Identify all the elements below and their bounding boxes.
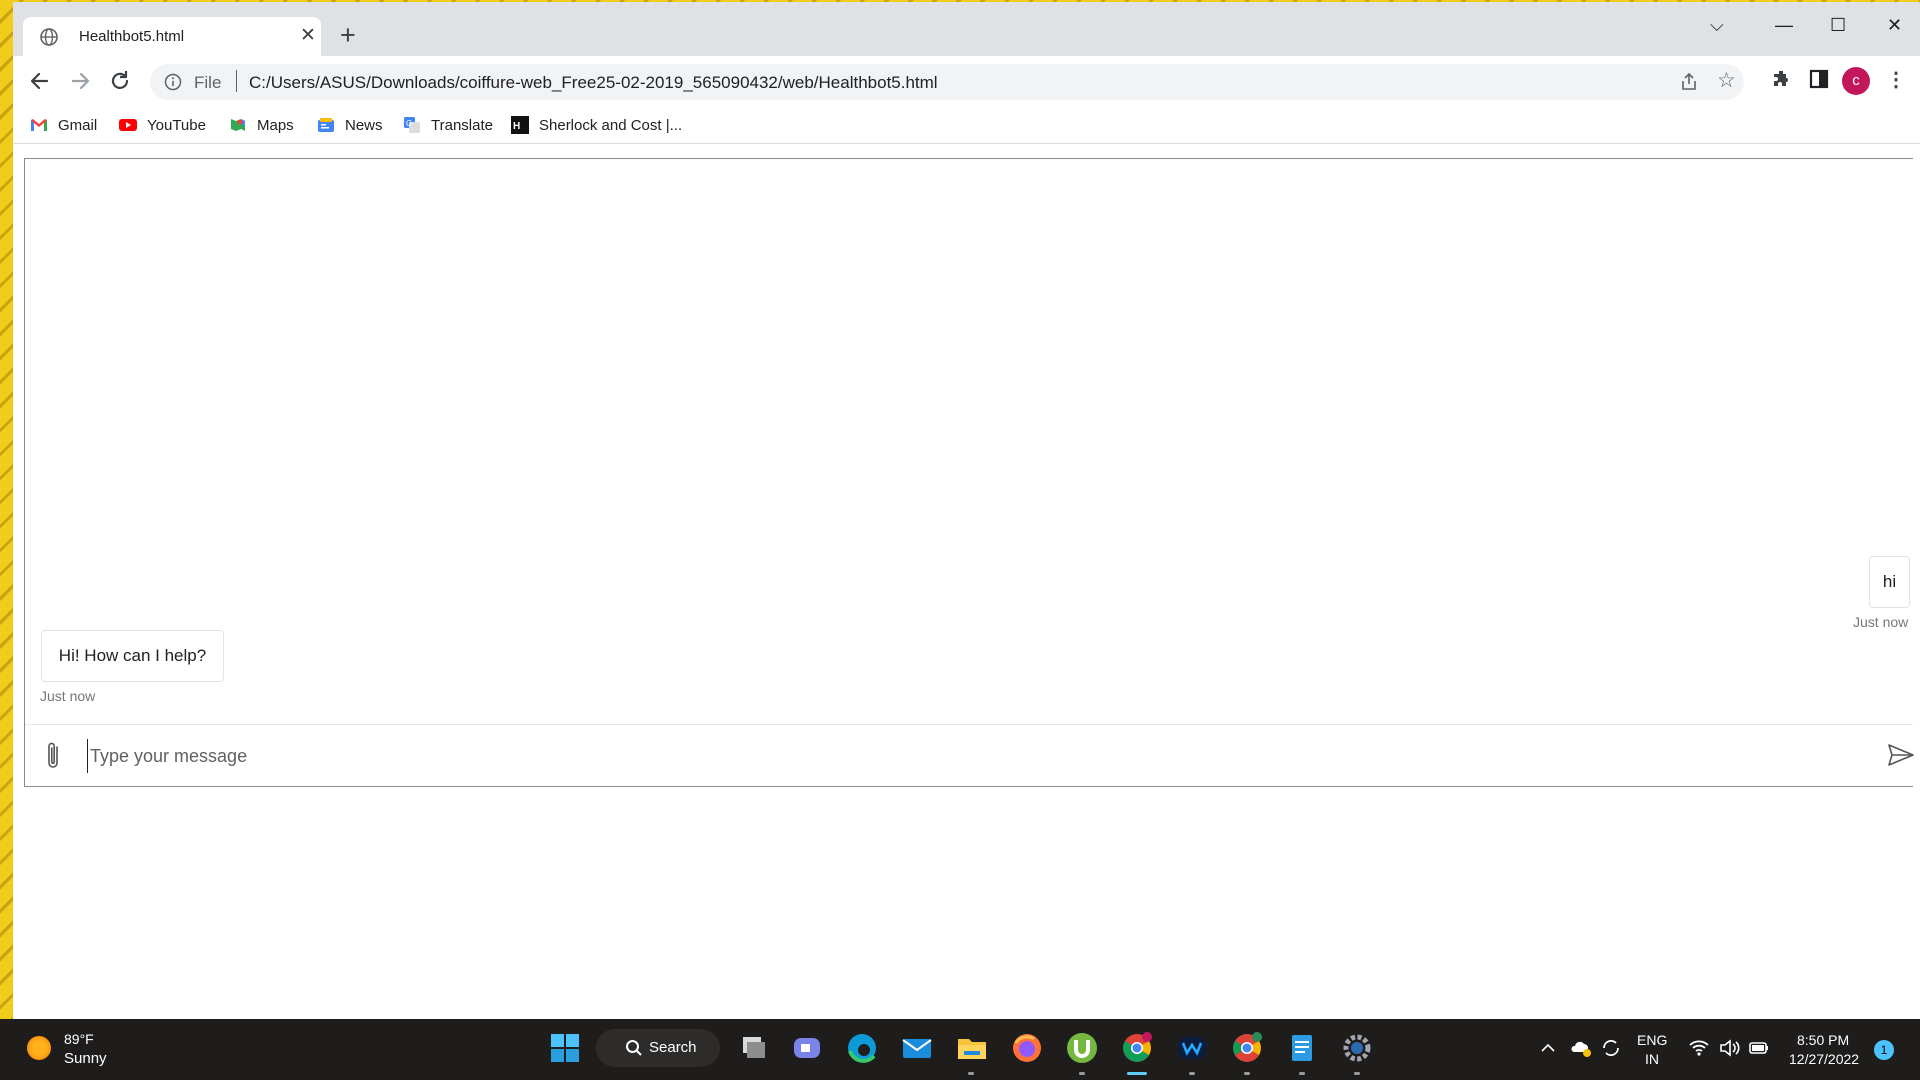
message-composer [25,724,1915,787]
page-viewport: hi Just now Hi! How can I help? Just now [13,144,1920,1019]
star-icon[interactable]: ☆ [1717,69,1736,93]
bookmark-translate[interactable]: G Translate [403,115,493,135]
browser-window: Healthbot5.html ✕ + ⌵ — ☐ ✕ File C:/User… [13,2,1920,1019]
tab-title: Healthbot5.html [79,28,185,45]
webex-icon[interactable] [1175,1031,1209,1065]
share-icon[interactable] [1679,72,1699,92]
firefox-icon[interactable] [1010,1031,1044,1065]
hackerrank-icon: H [511,116,529,134]
profile-avatar[interactable]: c [1842,67,1870,95]
send-icon[interactable] [1887,743,1915,767]
bookmark-sherlock[interactable]: H Sherlock and Cost |... [511,115,682,135]
running-indicator [1244,1072,1250,1075]
search-label: Search [649,1039,697,1056]
chrome-icon[interactable] [1120,1031,1154,1065]
youtube-icon [119,119,137,131]
weather-description[interactable]: Sunny [64,1050,107,1067]
wifi-icon[interactable] [1688,1039,1710,1057]
battery-icon[interactable] [1748,1039,1770,1057]
bookmark-youtube[interactable]: YouTube [119,115,206,135]
gmail-icon [31,119,47,131]
forward-arrow-icon[interactable] [67,68,93,94]
running-indicator [1189,1072,1195,1075]
weather-temperature[interactable]: 89°F [64,1031,94,1047]
search-icon [626,1040,642,1056]
bookmark-label: Gmail [58,116,98,134]
teams-chat-icon[interactable] [790,1031,824,1065]
bookmark-label: Translate [431,116,493,134]
clock-time[interactable]: 8:50 PM [1797,1032,1849,1048]
info-icon[interactable] [164,73,182,91]
bookmark-label: YouTube [147,116,206,134]
chrome-profile-icon[interactable] [1230,1031,1264,1065]
bookmark-label: Sherlock and Cost |... [539,116,683,134]
bookmark-news[interactable]: News [317,115,383,135]
file-explorer-icon[interactable] [955,1031,989,1065]
task-view-icon[interactable] [737,1031,771,1065]
paperclip-icon[interactable] [41,739,65,773]
maximize-button[interactable]: ☐ [1830,14,1846,36]
bookmark-gmail[interactable]: Gmail [30,115,97,135]
close-window-button[interactable]: ✕ [1887,14,1902,36]
running-indicator [1354,1072,1360,1075]
notification-badge[interactable]: 1 [1874,1040,1894,1060]
start-icon[interactable] [548,1031,582,1065]
news-icon [318,118,334,132]
user-message-time: Just now [1853,614,1909,630]
volume-icon[interactable] [1718,1039,1740,1057]
notepad-icon[interactable] [1285,1031,1319,1065]
globe-icon [40,28,58,46]
language-label[interactable]: ENG [1637,1032,1667,1048]
bookmark-label: Maps [257,116,294,134]
settings-icon[interactable] [1340,1031,1374,1065]
bot-message-time: Just now [40,688,96,704]
bookmarks-bar: Gmail YouTube Maps News G Translate H Sh… [13,106,1920,144]
svg-text:H: H [513,121,520,132]
edge-icon[interactable] [845,1031,879,1065]
mail-icon[interactable] [900,1031,934,1065]
onedrive-warning-icon[interactable] [1570,1038,1592,1058]
running-indicator [968,1072,974,1075]
chevron-up-icon[interactable] [1540,1041,1556,1055]
new-tab-button[interactable]: + [340,20,356,50]
address-bar[interactable]: File C:/Users/ASUS/Downloads/coiffure-we… [150,64,1744,100]
bookmark-maps[interactable]: Maps [229,115,294,135]
message-input[interactable] [87,739,1842,773]
bot-message-bubble: Hi! How can I help? [41,630,224,682]
maps-icon [231,119,245,131]
divider [236,70,237,92]
running-indicator [1079,1072,1085,1075]
region-label[interactable]: IN [1645,1051,1659,1067]
url-text[interactable]: C:/Users/ASUS/Downloads/coiffure-web_Fre… [249,73,938,93]
running-indicator [1299,1072,1305,1075]
sync-icon[interactable] [1600,1038,1622,1058]
side-panel-icon[interactable] [1808,68,1830,90]
menu-icon[interactable]: ⋮ [1886,67,1906,93]
user-message-bubble: hi [1869,556,1910,608]
sun-icon[interactable] [27,1036,51,1060]
tab-healthbot[interactable]: Healthbot5.html ✕ [23,17,321,56]
windows-taskbar: 89°F Sunny Search ENG IN 8:50 PM 12/27/2… [0,1019,1920,1080]
utorrent-icon[interactable] [1065,1031,1099,1065]
bookmark-label: News [345,116,383,134]
taskbar-search[interactable]: Search [596,1029,720,1067]
url-scheme: File [194,73,222,92]
browser-toolbar: File C:/Users/ASUS/Downloads/coiffure-we… [13,56,1920,106]
close-icon[interactable]: ✕ [300,25,316,47]
minimize-button[interactable]: — [1775,14,1793,36]
tab-search-icon[interactable]: ⌵ [1710,14,1724,36]
translate-icon: G [404,117,420,133]
svg-text:G: G [406,119,412,128]
active-app-indicator [1127,1072,1147,1075]
reload-icon[interactable] [107,68,133,94]
extensions-icon[interactable] [1771,68,1793,90]
clock-date[interactable]: 12/27/2022 [1789,1051,1859,1067]
chat-widget: hi Just now Hi! How can I help? Just now [24,158,1915,787]
tab-strip: Healthbot5.html ✕ + ⌵ — ☐ ✕ [13,2,1920,56]
back-arrow-icon[interactable] [27,68,53,94]
